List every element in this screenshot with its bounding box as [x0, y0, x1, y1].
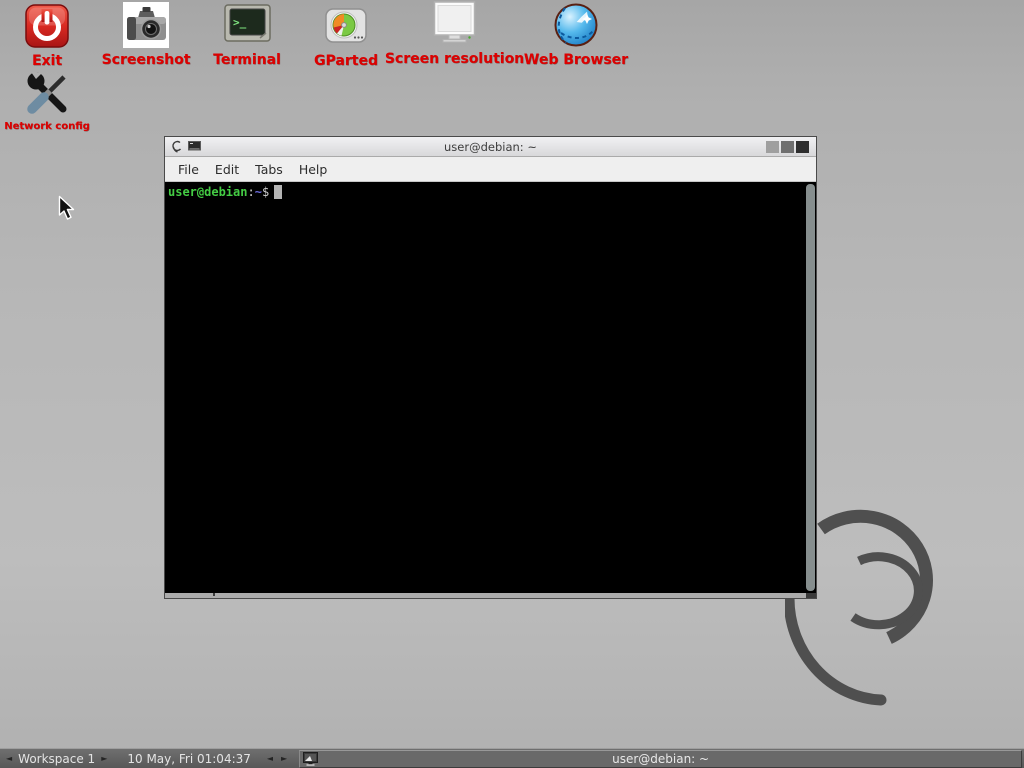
- power-icon: [25, 2, 69, 49]
- svg-text:>_: >_: [233, 16, 247, 29]
- terminal-menubar: File Edit Tabs Help: [165, 157, 816, 182]
- window-titlebar[interactable]: user@debian: ~: [165, 137, 816, 157]
- window-title: user@debian: ~: [165, 140, 816, 154]
- window-bottom-border[interactable]: [165, 593, 816, 598]
- desktop-icon-label: Exit: [32, 54, 62, 68]
- workspace-next-arrow[interactable]: ►: [97, 750, 111, 768]
- tools-icon: [23, 70, 71, 117]
- terminal-scrollbar[interactable]: [806, 184, 815, 591]
- close-button[interactable]: [796, 141, 809, 153]
- task-monitor-icon: [303, 752, 318, 766]
- pager-prev-arrow[interactable]: ◄: [263, 750, 277, 768]
- terminal-content[interactable]: user@debian:~$: [165, 182, 816, 593]
- prompt-colon: :: [247, 185, 254, 199]
- desktop-icon-label: Screen resolution: [385, 52, 524, 66]
- mouse-cursor: [58, 195, 77, 222]
- desktop-icon-exit[interactable]: Exit: [17, 2, 77, 68]
- menu-edit[interactable]: Edit: [207, 159, 247, 180]
- border-corner-tick: [213, 593, 215, 596]
- desktop-icon-label: Terminal: [213, 53, 281, 67]
- taskbar: ◄ Workspace 1 ► 10 May, Fri 01:04:37 ◄ ►…: [0, 748, 1024, 768]
- prompt-symbol: $: [262, 185, 269, 199]
- menu-file[interactable]: File: [170, 159, 207, 180]
- menu-help[interactable]: Help: [291, 159, 336, 180]
- desktop-icon-web-browser[interactable]: Web Browser: [523, 1, 629, 67]
- minimize-button[interactable]: [766, 141, 779, 153]
- debian-swirl-icon: [171, 140, 183, 153]
- task-item-terminal[interactable]: user@debian: ~: [299, 750, 1022, 768]
- prompt-path: ~: [255, 185, 262, 199]
- text-cursor: [274, 185, 282, 199]
- resize-corner-handle[interactable]: [806, 593, 816, 598]
- desktop-icon-screen-resolution[interactable]: Screen resolution: [388, 0, 521, 66]
- pager-next-arrow[interactable]: ►: [277, 750, 291, 768]
- terminal-mini-icon: [188, 141, 201, 152]
- task-item-title: user@debian: ~: [300, 752, 1021, 766]
- prompt-user-host: user@debian: [168, 185, 247, 199]
- desktop-icon-network-config[interactable]: Network config: [2, 70, 92, 134]
- terminal-window: user@debian: ~ File Edit Tabs Help user@…: [164, 136, 817, 599]
- shell-prompt: user@debian:~$: [165, 182, 816, 200]
- desktop-icon-gparted[interactable]: GParted: [307, 2, 385, 68]
- workspace-label[interactable]: Workspace 1: [18, 752, 95, 766]
- maximize-button[interactable]: [781, 141, 794, 153]
- desktop-icon-label: GParted: [314, 54, 378, 68]
- menu-tabs[interactable]: Tabs: [247, 159, 291, 180]
- desktop-icon-terminal[interactable]: >_ Terminal: [204, 1, 290, 67]
- disk-partition-icon: [325, 2, 367, 49]
- camera-icon: [123, 1, 169, 48]
- desktop-icon-label: Screenshot: [102, 53, 191, 67]
- desktop-icon-label: Web Browser: [524, 53, 628, 67]
- monitor-icon: [431, 0, 478, 47]
- crt-terminal-icon: >_: [224, 1, 271, 48]
- taskbar-clock: 10 May, Fri 01:04:37: [127, 752, 251, 766]
- desktop-icon-label: Network config: [4, 120, 90, 134]
- desktop-icon-screenshot[interactable]: Screenshot: [103, 1, 189, 67]
- globe-icon: [553, 1, 599, 48]
- workspace-prev-arrow[interactable]: ◄: [2, 750, 16, 768]
